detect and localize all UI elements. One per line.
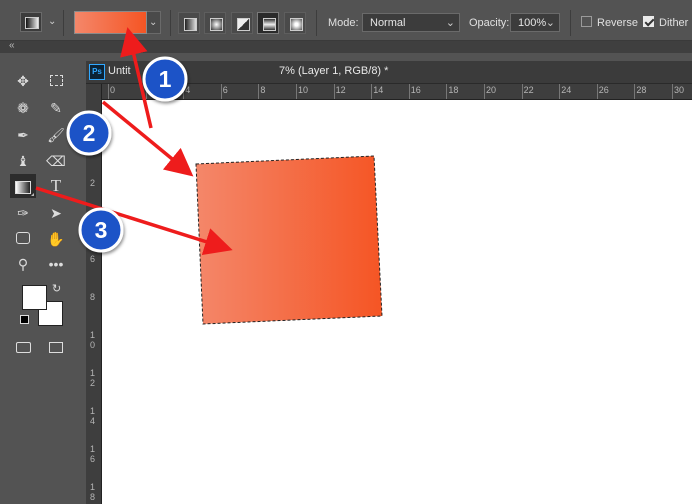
- callout-3-number: 3: [95, 217, 108, 243]
- callout-1: 1: [142, 56, 188, 102]
- annotation-overlay: 1 2 3: [35, 27, 383, 325]
- callout-2: 2: [66, 110, 112, 156]
- arrow-2: [101, 100, 194, 177]
- callout-3: 3: [78, 207, 124, 253]
- callout-2-number: 2: [83, 120, 96, 146]
- callout-1-number: 1: [159, 66, 172, 92]
- gradient-filled-selection: [196, 156, 382, 324]
